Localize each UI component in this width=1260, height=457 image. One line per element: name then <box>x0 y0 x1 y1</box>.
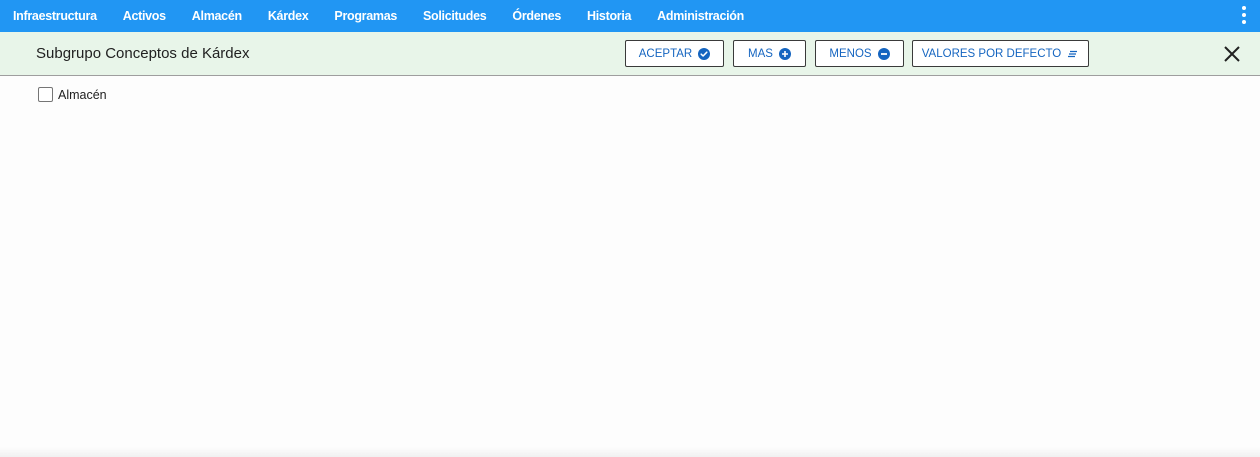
main-content: Almacén <box>0 77 1260 457</box>
plus-circle-icon <box>778 47 791 60</box>
kebab-dot <box>1242 20 1246 24</box>
top-navigation-bar: Infraestructura Activos Almacén Kárdex P… <box>0 0 1260 32</box>
almacen-checkbox[interactable] <box>38 87 53 102</box>
more-vertical-icon[interactable] <box>1240 5 1248 25</box>
mas-button-label: MAS <box>748 47 773 60</box>
bottom-shadow <box>0 447 1260 457</box>
page-header: Subgrupo Conceptos de Kárdex ACEPTAR MAS… <box>0 32 1260 76</box>
menos-button-label: MENOS <box>829 47 872 60</box>
kebab-dot <box>1242 13 1246 17</box>
almacen-checkbox-label: Almacén <box>58 87 107 102</box>
page-title: Subgrupo Conceptos de Kárdex <box>36 45 250 62</box>
nav-item-ordenes[interactable]: Órdenes <box>512 9 561 23</box>
nav-item-administracion[interactable]: Administración <box>657 9 744 23</box>
kebab-dot <box>1242 6 1246 10</box>
nav-item-programas[interactable]: Programas <box>334 9 397 23</box>
valores-por-defecto-button[interactable]: VALORES POR DEFECTO <box>912 40 1089 67</box>
aceptar-button-label: ACEPTAR <box>638 47 693 60</box>
nav-item-almacen[interactable]: Almacén <box>192 9 242 23</box>
nav-item-activos[interactable]: Activos <box>123 9 166 23</box>
nav-item-historia[interactable]: Historia <box>587 9 631 23</box>
aceptar-button[interactable]: ACEPTAR <box>625 40 724 67</box>
nav-item-solicitudes[interactable]: Solicitudes <box>423 9 487 23</box>
minus-circle-icon <box>877 47 890 60</box>
nav-item-infraestructura[interactable]: Infraestructura <box>13 9 97 23</box>
mas-button[interactable]: MAS <box>733 40 806 67</box>
almacen-checkbox-row[interactable]: Almacén <box>38 87 107 102</box>
close-icon[interactable] <box>1222 44 1242 64</box>
check-circle-icon <box>698 47 711 60</box>
menos-button[interactable]: MENOS <box>815 40 904 67</box>
notes-icon <box>1068 50 1078 57</box>
nav-item-kardex[interactable]: Kárdex <box>268 9 309 23</box>
valores-por-defecto-button-label: VALORES POR DEFECTO <box>921 47 1062 60</box>
